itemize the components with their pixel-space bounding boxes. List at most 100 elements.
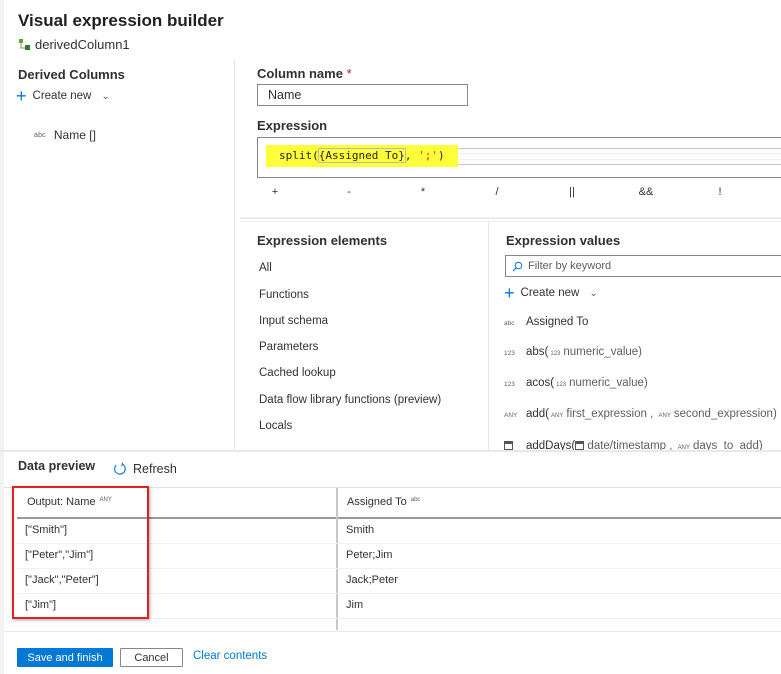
expression-elements-title: Expression elements: [257, 233, 388, 248]
function-name: acos(: [526, 377, 555, 389]
element-item-parameters[interactable]: Parameters: [259, 341, 318, 353]
numeric-type-icon: 123: [550, 351, 561, 357]
numeric-type-icon: 123: [556, 382, 567, 388]
refresh-label: Refresh: [133, 462, 177, 476]
element-item-functions[interactable]: Functions: [259, 289, 309, 301]
clear-contents-link[interactable]: Clear contents: [193, 650, 267, 662]
cell-assigned-to: Peter;Jim: [346, 549, 393, 561]
table-row: ["Jack","Peter"] Jack;Peter: [17, 569, 781, 594]
create-new-label: Create new: [520, 287, 580, 299]
any-type-icon: ANY: [504, 412, 518, 419]
table-row: ["Smith"] Smith: [17, 519, 781, 544]
chevron-down-icon: ⌄: [101, 90, 110, 102]
save-and-finish-button[interactable]: Save and finish: [17, 648, 113, 667]
cell-assigned-to: Jack;Peter: [346, 574, 398, 586]
operator-divide-button[interactable]: /: [487, 186, 507, 198]
code-string-literal: ';': [418, 149, 438, 162]
expression-code[interactable]: split({Assigned To}, ';'): [266, 145, 458, 167]
derived-column-icon: [19, 39, 30, 50]
refresh-button[interactable]: Refresh: [113, 462, 177, 476]
column-name-input[interactable]: [257, 84, 468, 106]
any-type-icon: ANY: [658, 413, 671, 419]
operator-not-button[interactable]: !: [710, 186, 730, 198]
code-column-ref: {Assigned To}: [317, 148, 406, 163]
column-header-label: Output: Name: [27, 496, 96, 508]
cell-output-name: ["Peter","Jim"]: [25, 549, 94, 561]
code-function: split(: [279, 149, 319, 162]
value-item-add[interactable]: ANY add(ANY first_expression , ANY second_…: [504, 408, 777, 420]
subtitle-text: derivedColumn1: [35, 37, 130, 52]
refresh-icon: [114, 462, 126, 475]
derived-columns-create-new-button[interactable]: + Create new ⌄: [16, 87, 110, 105]
plus-icon: +: [504, 283, 515, 303]
create-new-label: Create new: [32, 90, 92, 102]
filter-box[interactable]: [505, 255, 781, 277]
function-name: addDays(: [526, 440, 576, 450]
operator-minus-button[interactable]: -: [339, 186, 359, 198]
operator-or-button[interactable]: ||: [562, 186, 582, 198]
element-item-cached-lookup[interactable]: Cached lookup: [259, 367, 336, 379]
operator-and-button[interactable]: &&: [636, 186, 656, 198]
cell-output-name: ["Jack","Peter"]: [25, 574, 99, 586]
cell-output-name: ["Smith"]: [25, 524, 68, 536]
numeric-type-icon: 123: [504, 350, 515, 357]
footer-divider: [4, 631, 781, 632]
operator-plus-button[interactable]: +: [265, 186, 285, 198]
operator-toolbar: + - * / || && !: [240, 186, 781, 208]
column-header-output-name[interactable]: Output: Name ANY: [27, 496, 112, 508]
operator-multiply-button[interactable]: *: [413, 186, 433, 198]
expression-label: Expression: [257, 118, 328, 133]
calendar-icon: [504, 441, 513, 450]
function-param: second_expression): [673, 408, 777, 420]
cell-output-name: ["Jim"]: [25, 599, 57, 611]
string-type-icon: abc: [504, 320, 515, 327]
element-item-input-schema[interactable]: Input schema: [259, 315, 328, 327]
any-type-icon: ANY: [551, 413, 564, 419]
code-close-paren: ): [437, 149, 445, 162]
function-name: abs(: [526, 346, 549, 358]
column-name-label-text: Column name: [257, 66, 343, 81]
column-header-assigned-to[interactable]: Assigned To abc: [347, 496, 420, 508]
function-param: date/timestamp ,: [587, 440, 673, 450]
table-row: ["Jim"] Jim: [17, 594, 781, 619]
string-type-icon: abc: [34, 131, 46, 139]
function-param: numeric_value): [569, 377, 648, 389]
value-name: Assigned To: [526, 316, 589, 328]
function-param: first_expression ,: [566, 408, 654, 420]
table-row: ["Peter","Jim"] Peter;Jim: [17, 544, 781, 569]
value-item-abs[interactable]: 123 abs(123 numeric_value): [504, 346, 642, 358]
value-item-acos[interactable]: 123 acos(123 numeric_value): [504, 377, 648, 389]
element-item-all[interactable]: All: [259, 262, 272, 274]
numeric-type-icon: 123: [504, 381, 515, 388]
value-item-adddays-clip: addDays( date/timestamp , ANY days_to_add…: [490, 438, 781, 450]
subtitle: derivedColumn1: [18, 37, 130, 52]
expression-values-create-new-button[interactable]: + Create new ⌄: [504, 283, 598, 303]
panel-edge: [0, 0, 4, 674]
derived-column-item[interactable]: abc Name []: [34, 128, 96, 142]
operator-divider: [240, 217, 781, 219]
cell-assigned-to: Jim: [346, 599, 364, 611]
value-item-adddays[interactable]: addDays( date/timestamp , ANY days_to_add…: [504, 440, 763, 450]
page-title: Visual expression builder: [18, 11, 224, 30]
expression-values-title: Expression values: [506, 233, 621, 248]
cell-assigned-to: Smith: [346, 524, 375, 536]
function-param: numeric_value): [563, 346, 643, 358]
operator-divider-inner: [240, 221, 781, 222]
elements-values-divider: [488, 222, 489, 450]
string-type-icon: abc: [410, 497, 421, 503]
chevron-down-icon: ⌄: [589, 287, 598, 299]
required-mark: *: [346, 66, 352, 81]
left-divider: [234, 60, 235, 450]
code-separator: ,: [404, 149, 419, 162]
value-item-assigned-to[interactable]: abc Assigned To: [504, 316, 588, 328]
filter-input[interactable]: [528, 260, 768, 272]
cancel-button[interactable]: Cancel: [120, 648, 183, 667]
data-preview-divider: [0, 450, 781, 452]
function-name: add(: [526, 408, 550, 420]
column-name-label: Column name *: [257, 66, 352, 81]
derived-column-label: Name []: [53, 128, 96, 142]
element-item-data-flow-library[interactable]: Data flow library functions (preview): [259, 394, 441, 406]
element-item-locals[interactable]: Locals: [259, 420, 292, 432]
function-param: days_to_add): [692, 440, 763, 450]
calendar-icon: [575, 441, 585, 450]
